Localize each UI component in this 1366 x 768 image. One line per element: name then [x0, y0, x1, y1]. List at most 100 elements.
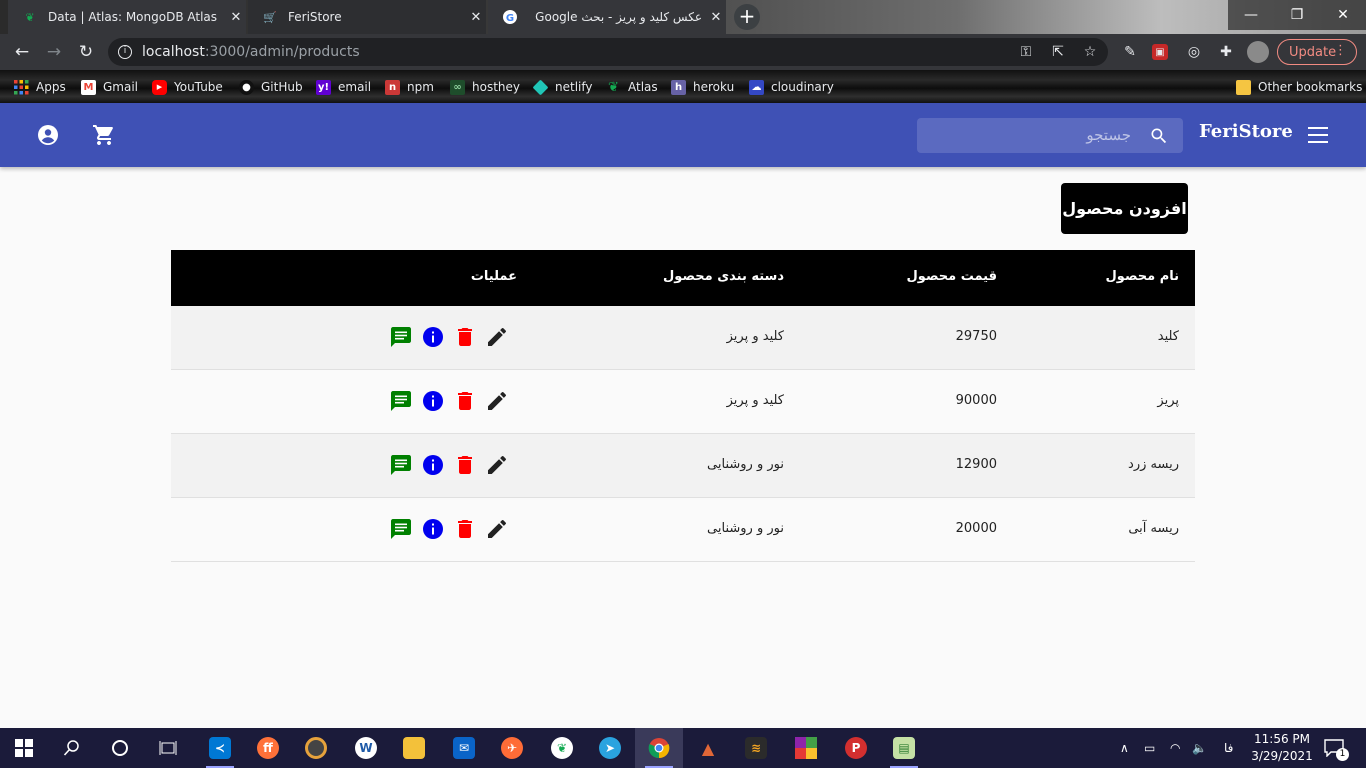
- forward-arrow-icon[interactable]: →: [42, 40, 66, 64]
- cell-product-category: کلید و پریز: [726, 393, 784, 408]
- row-actions: [389, 517, 509, 541]
- new-tab-button[interactable]: +: [734, 4, 760, 30]
- tab-feristore[interactable]: 🛒 FeriStore ✕: [248, 0, 486, 34]
- shopping-cart-icon[interactable]: [92, 123, 116, 147]
- bookmark-hosthey[interactable]: ∞ hosthey: [450, 77, 520, 97]
- tab-mongodb-atlas[interactable]: ❦ Data | Atlas: MongoDB Atlas ✕: [8, 0, 246, 34]
- pen-extension-icon[interactable]: ✎: [1120, 42, 1140, 62]
- bookmark-apps[interactable]: Apps: [14, 77, 66, 97]
- open-external-icon[interactable]: ⇱: [1048, 42, 1068, 62]
- cell-product-name: کلید: [1157, 329, 1179, 344]
- minimize-icon[interactable]: —: [1228, 0, 1274, 30]
- notepad-plus-icon[interactable]: ▤: [880, 728, 928, 768]
- info-icon[interactable]: [421, 389, 445, 413]
- profile-avatar[interactable]: [1247, 41, 1269, 63]
- browser-toolbar: ← → ↻ i localhost:3000/admin/products ⚿ …: [0, 34, 1366, 70]
- delete-trash-icon[interactable]: [453, 389, 477, 413]
- info-icon[interactable]: [421, 325, 445, 349]
- folder-icon: [1236, 79, 1251, 95]
- puzzle-extensions-icon[interactable]: ✚: [1216, 42, 1236, 62]
- windows-start-icon[interactable]: [0, 728, 48, 768]
- close-tab-icon[interactable]: ✕: [226, 10, 246, 25]
- bookmark-gmail[interactable]: M Gmail: [81, 77, 138, 97]
- close-window-icon[interactable]: ✕: [1320, 0, 1366, 30]
- restore-icon[interactable]: ❐: [1274, 0, 1320, 30]
- bookmark-cloudinary[interactable]: ☁ cloudinary: [749, 77, 834, 97]
- yahoo-icon: y!: [316, 79, 331, 95]
- bookmark-npm[interactable]: n npm: [385, 77, 434, 97]
- cell-product-category: نور و روشنایی: [707, 521, 784, 536]
- notification-center-icon[interactable]: 1: [1324, 728, 1349, 768]
- system-clock[interactable]: 11:56 PM 3/29/2021: [1250, 731, 1314, 765]
- close-tab-icon[interactable]: ✕: [706, 10, 726, 25]
- postman-icon[interactable]: ✈: [488, 728, 536, 768]
- table-header: نام محصول قیمت محصول دسته بندی محصول عمل…: [171, 250, 1195, 306]
- hosthey-icon: ∞: [450, 79, 465, 95]
- notification-count: 1: [1336, 748, 1349, 761]
- bookmark-heroku[interactable]: h heroku: [671, 77, 734, 97]
- comments-icon[interactable]: [389, 517, 413, 541]
- bookmark-other[interactable]: Other bookmarks: [1236, 77, 1362, 97]
- show-hidden-icons[interactable]: ∧: [1120, 728, 1129, 768]
- winrar-icon[interactable]: [782, 728, 830, 768]
- wifi-icon[interactable]: ◠: [1170, 728, 1180, 768]
- bookmark-email[interactable]: y! email: [316, 77, 371, 97]
- app-w-icon[interactable]: W: [342, 728, 390, 768]
- reload-icon[interactable]: ↻: [74, 40, 98, 64]
- psiphon-icon[interactable]: P: [832, 728, 880, 768]
- mail-icon[interactable]: ✉: [440, 728, 488, 768]
- edit-pencil-icon[interactable]: [485, 325, 509, 349]
- chrome-icon[interactable]: [635, 728, 683, 768]
- bookmark-atlas[interactable]: ❦ Atlas: [606, 77, 658, 97]
- delete-trash-icon[interactable]: [453, 325, 477, 349]
- task-view-icon[interactable]: [144, 728, 192, 768]
- input-language[interactable]: فا: [1224, 728, 1233, 768]
- file-explorer-icon[interactable]: [390, 728, 438, 768]
- mongodb-compass-icon[interactable]: ❦: [538, 728, 586, 768]
- comments-icon[interactable]: [389, 453, 413, 477]
- update-button[interactable]: Update ⋮: [1277, 39, 1357, 65]
- netlify-icon: [532, 79, 549, 95]
- address-bar[interactable]: i localhost:3000/admin/products: [108, 38, 1108, 66]
- edit-pencil-icon[interactable]: [485, 453, 509, 477]
- github-icon: ●: [239, 79, 254, 95]
- key-icon[interactable]: ⚿: [1016, 42, 1036, 62]
- delete-trash-icon[interactable]: [453, 517, 477, 541]
- telegram-icon[interactable]: ➤: [586, 728, 634, 768]
- edit-pencil-icon[interactable]: [485, 389, 509, 413]
- brand-logo[interactable]: FeriStore: [1199, 121, 1293, 142]
- info-icon[interactable]: [421, 517, 445, 541]
- search-icon[interactable]: [1149, 126, 1169, 146]
- close-tab-icon[interactable]: ✕: [466, 10, 486, 25]
- record-extension-icon[interactable]: ◎: [1184, 42, 1204, 62]
- back-arrow-icon[interactable]: ←: [10, 40, 34, 64]
- comments-icon[interactable]: [389, 389, 413, 413]
- edit-pencil-icon[interactable]: [485, 517, 509, 541]
- matlab-icon[interactable]: ▲: [684, 728, 732, 768]
- bookmark-star-icon[interactable]: ☆: [1080, 42, 1100, 62]
- account-circle-icon[interactable]: [36, 123, 60, 147]
- search-taskbar-icon[interactable]: [48, 728, 96, 768]
- bookmark-youtube[interactable]: ▶ YouTube: [152, 77, 223, 97]
- cell-product-name: ریسه زرد: [1128, 457, 1179, 472]
- firefox-icon[interactable]: ff: [244, 728, 292, 768]
- tab-google-search[interactable]: G عکس کلید و پریز - بحث Google ✕: [488, 0, 726, 34]
- stacked-app-icon[interactable]: ≋: [732, 728, 780, 768]
- menu-icon[interactable]: [1308, 127, 1328, 143]
- comments-icon[interactable]: [389, 325, 413, 349]
- battery-icon[interactable]: ▭: [1144, 728, 1155, 768]
- volume-icon[interactable]: 🔈: [1192, 728, 1207, 768]
- extension-red-icon[interactable]: ▣: [1152, 44, 1168, 60]
- search-input[interactable]: [917, 118, 1137, 153]
- delete-trash-icon[interactable]: [453, 453, 477, 477]
- bookmark-label: Atlas: [628, 80, 658, 94]
- media-player-icon[interactable]: [292, 728, 340, 768]
- search-box: [917, 118, 1183, 153]
- bookmark-netlify[interactable]: netlify: [532, 77, 592, 97]
- add-product-button[interactable]: افزودن محصول: [1061, 183, 1188, 234]
- bookmark-github[interactable]: ● GitHub: [239, 77, 303, 97]
- vscode-icon[interactable]: ≺: [196, 728, 244, 768]
- cortana-icon[interactable]: [96, 728, 144, 768]
- site-info-icon[interactable]: i: [118, 45, 132, 59]
- info-icon[interactable]: [421, 453, 445, 477]
